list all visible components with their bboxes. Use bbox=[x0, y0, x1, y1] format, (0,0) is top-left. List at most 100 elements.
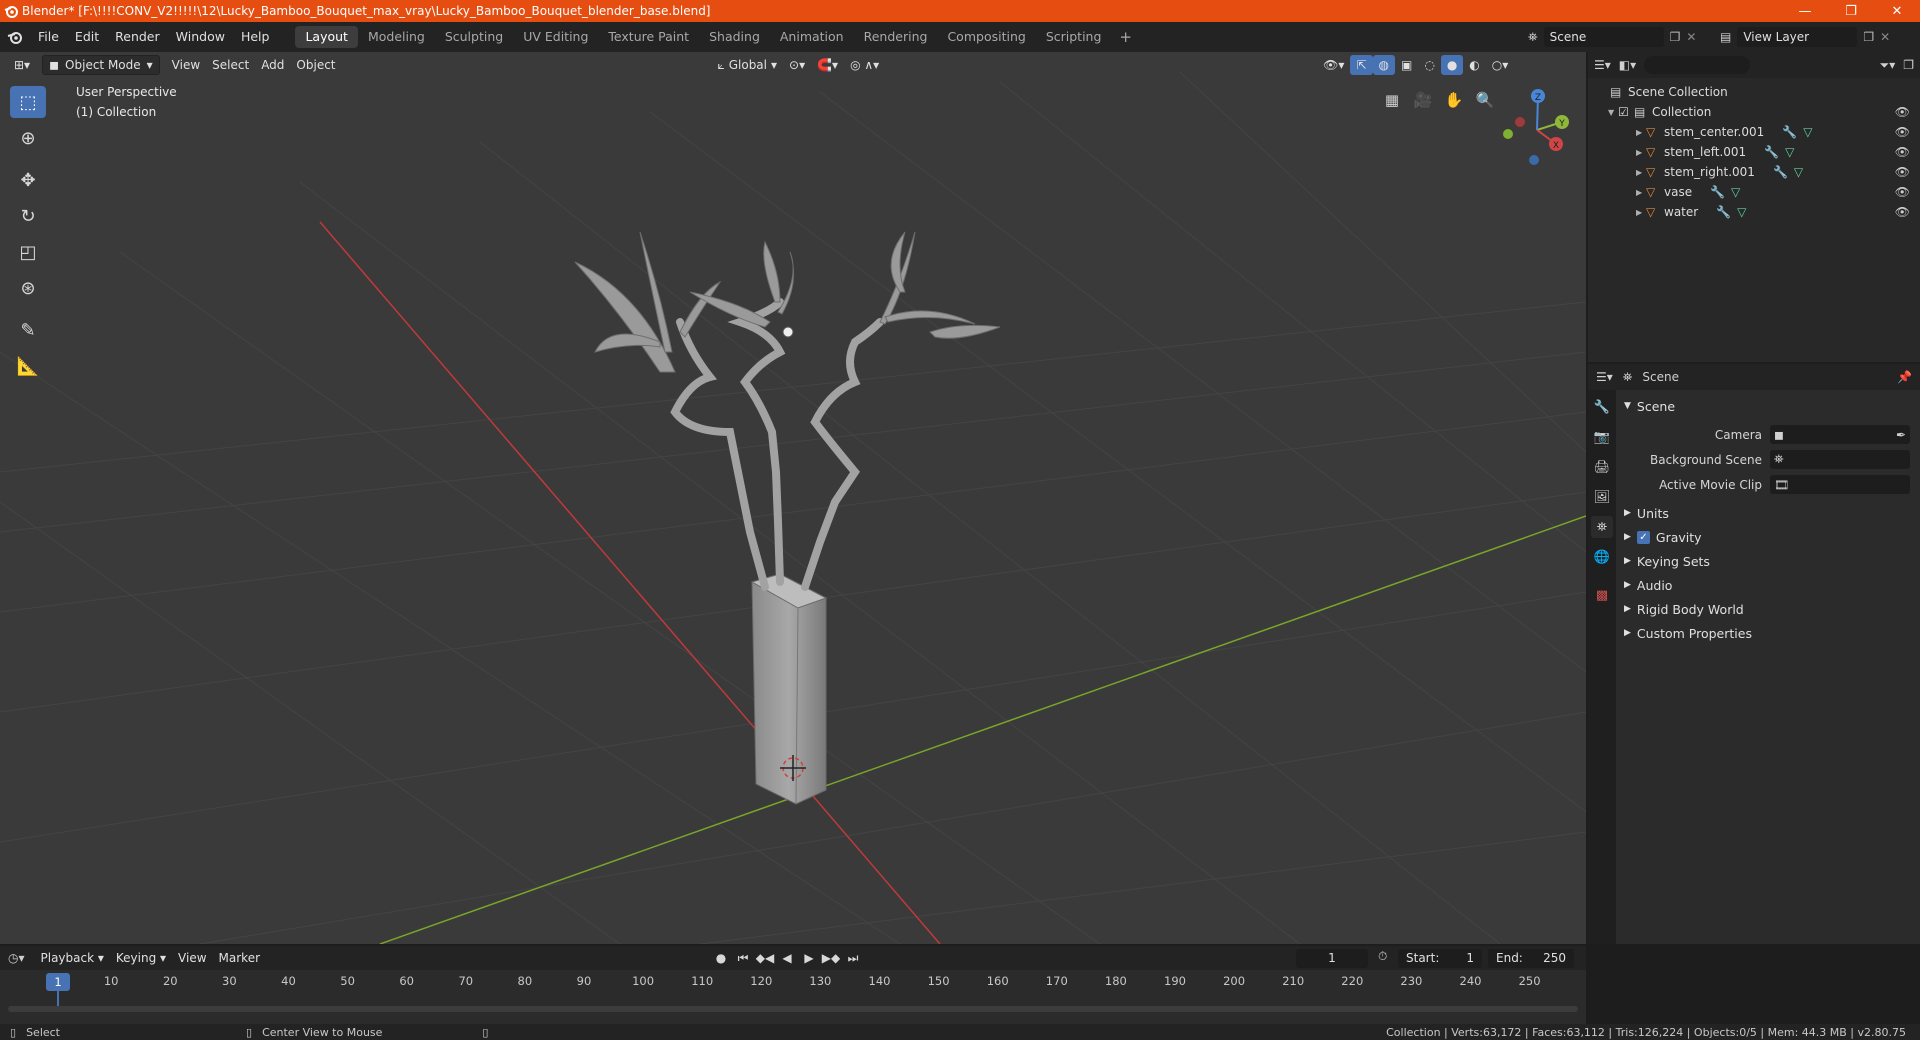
eyedropper-icon[interactable]: ✒ bbox=[1896, 428, 1906, 442]
solid-shading-icon[interactable]: ● bbox=[1440, 55, 1464, 75]
mesh-data-icon[interactable]: ▽ bbox=[1785, 145, 1794, 159]
modifier-wrench-icon[interactable]: 🔧 bbox=[1764, 145, 1779, 159]
modifier-wrench-icon[interactable]: 🔧 bbox=[1773, 165, 1788, 179]
expand-right-icon[interactable]: ▶ bbox=[1636, 208, 1646, 217]
measure-icon[interactable]: 📐 bbox=[10, 350, 46, 382]
gizmo-toggle-icon[interactable]: ⇱ bbox=[1350, 55, 1373, 75]
tab-modeling[interactable]: Modeling bbox=[358, 26, 435, 48]
texture-tab-icon[interactable]: ▩ bbox=[1591, 584, 1613, 606]
minimize-button[interactable]: — bbox=[1782, 0, 1828, 22]
expand-right-icon[interactable]: ▶ bbox=[1636, 188, 1646, 197]
eye-icon[interactable]: 👁 bbox=[1895, 165, 1910, 179]
playhead-frame-indicator[interactable]: 1 bbox=[46, 973, 70, 991]
scene-name-field[interactable]: Scene bbox=[1543, 27, 1664, 47]
xray-toggle-icon[interactable]: ▣ bbox=[1395, 55, 1418, 75]
eye-icon[interactable]: 👁 bbox=[1895, 185, 1910, 199]
tab-animation[interactable]: Animation bbox=[770, 26, 854, 48]
rendered-shading-icon[interactable]: ○▾ bbox=[1486, 55, 1515, 75]
mesh-data-icon[interactable]: ▽ bbox=[1794, 165, 1803, 179]
render-tab-icon[interactable]: 📷 bbox=[1591, 426, 1613, 448]
view-layer-selector[interactable]: ▤ View Layer ❐ ✕ bbox=[1720, 26, 1916, 48]
outliner-object-row[interactable]: ▶ ▽ stem_left.001 🔧 ▽ 👁 bbox=[1588, 142, 1920, 162]
delete-scene-icon[interactable]: ✕ bbox=[1686, 30, 1696, 44]
add-workspace-button[interactable]: + bbox=[1111, 28, 1140, 46]
wireframe-shading-icon[interactable]: ◌ bbox=[1418, 55, 1440, 75]
proportional-edit-icon[interactable]: ◎ ∧▾ bbox=[844, 55, 885, 75]
restore-button[interactable]: ❐ bbox=[1828, 0, 1874, 22]
mesh-data-icon[interactable]: ▽ bbox=[1803, 125, 1812, 139]
select-box-icon[interactable]: ⬚ bbox=[10, 86, 46, 118]
grid-view-icon[interactable]: ▦ bbox=[1378, 86, 1406, 114]
rigid-body-world-panel-header[interactable]: ▶ Rigid Body World bbox=[1620, 597, 1916, 621]
eye-icon[interactable]: 👁 bbox=[1895, 105, 1910, 119]
next-keyframe-icon[interactable]: ▶◆ bbox=[822, 948, 840, 968]
mesh-data-icon[interactable]: ▽ bbox=[1737, 205, 1746, 219]
eye-icon[interactable]: 👁 bbox=[1895, 145, 1910, 159]
record-icon[interactable]: ● bbox=[712, 948, 730, 968]
3d-viewport[interactable]: ⊞▾ ◼ Object Mode ▾ View Select Add Objec… bbox=[0, 52, 1586, 944]
camera-field[interactable]: ◼ ✒ bbox=[1770, 425, 1910, 444]
new-collection-icon[interactable]: ❐ bbox=[1903, 58, 1914, 72]
outliner-editor-icon[interactable]: ☰▾ bbox=[1594, 58, 1611, 72]
menu-keying[interactable]: Keying ▾ bbox=[110, 948, 172, 968]
material-shading-icon[interactable]: ◐ bbox=[1463, 55, 1485, 75]
outliner-scene-collection[interactable]: ▤ Scene Collection bbox=[1588, 82, 1920, 102]
prev-keyframe-icon[interactable]: ◆◀ bbox=[756, 948, 774, 968]
scale-icon[interactable]: ◰ bbox=[10, 236, 46, 268]
eye-icon[interactable]: 👁 bbox=[1895, 125, 1910, 139]
transform-orientation-selector[interactable]: ⟀ Global ▾ bbox=[712, 55, 784, 75]
tab-texture-paint[interactable]: Texture Paint bbox=[598, 26, 699, 48]
outliner-object-row[interactable]: ▶ ▽ stem_center.001 🔧 ▽ 👁 bbox=[1588, 122, 1920, 142]
menu-window[interactable]: Window bbox=[168, 26, 233, 48]
editor-type-icon[interactable]: ⊞▾ bbox=[8, 55, 36, 75]
timeline-editor-icon[interactable]: ◷▾ bbox=[8, 951, 25, 965]
eye-icon[interactable]: 👁 bbox=[1895, 205, 1910, 219]
frame-ruler[interactable]: 10 20 30 40 50 60 70 80 90 100 110 120 130 140 150 160 1… bbox=[0, 970, 1586, 994]
world-tab-icon[interactable]: 🌐 bbox=[1591, 546, 1613, 568]
modifier-wrench-icon[interactable]: 🔧 bbox=[1782, 125, 1797, 139]
tool-tab-icon[interactable]: 🔧 bbox=[1591, 396, 1613, 418]
end-frame-field[interactable]: End: 250 bbox=[1488, 948, 1574, 968]
menu-file[interactable]: File bbox=[30, 26, 67, 48]
menu-timeline-view[interactable]: View bbox=[172, 948, 212, 968]
tab-shading[interactable]: Shading bbox=[699, 26, 770, 48]
tab-sculpting[interactable]: Sculpting bbox=[435, 26, 513, 48]
move-icon[interactable]: ✥ bbox=[10, 164, 46, 196]
tab-layout[interactable]: Layout bbox=[295, 26, 358, 48]
properties-editor-icon[interactable]: ☰▾ bbox=[1596, 370, 1613, 384]
clock-icon[interactable]: ⏱ bbox=[1378, 949, 1387, 964]
expand-right-icon[interactable]: ▶ bbox=[1636, 168, 1646, 177]
blender-menu-icon[interactable] bbox=[0, 29, 30, 45]
outliner-object-row[interactable]: ▶ ▽ vase 🔧 ▽ 👁 bbox=[1588, 182, 1920, 202]
transform-icon[interactable]: ⊛ bbox=[10, 272, 46, 304]
tab-rendering[interactable]: Rendering bbox=[854, 26, 938, 48]
filter-icon[interactable]: ⏷▾ bbox=[1880, 58, 1896, 73]
delete-view-layer-icon[interactable]: ✕ bbox=[1880, 30, 1890, 44]
outliner-object-row[interactable]: ▶ ▽ water 🔧 ▽ 👁 bbox=[1588, 202, 1920, 222]
units-panel-header[interactable]: ▶ Units bbox=[1620, 501, 1916, 525]
menu-add[interactable]: Add bbox=[255, 55, 290, 75]
expand-right-icon[interactable]: ▶ bbox=[1636, 128, 1646, 137]
close-button[interactable]: ✕ bbox=[1874, 0, 1920, 22]
pivot-point-icon[interactable]: ⊙▾ bbox=[783, 55, 811, 75]
audio-panel-header[interactable]: ▶ Audio bbox=[1620, 573, 1916, 597]
visibility-icon[interactable]: 👁▾ bbox=[1317, 55, 1350, 75]
output-tab-icon[interactable]: 🖨 bbox=[1591, 456, 1613, 478]
menu-help[interactable]: Help bbox=[233, 26, 278, 48]
background-scene-field[interactable]: ⛯ bbox=[1770, 450, 1910, 469]
expand-right-icon[interactable]: ▶ bbox=[1636, 148, 1646, 157]
start-frame-field[interactable]: Start: 1 bbox=[1398, 948, 1482, 968]
menu-playback[interactable]: Playback ▾ bbox=[35, 948, 110, 968]
camera-view-icon[interactable]: 🎥 bbox=[1409, 86, 1437, 114]
menu-edit[interactable]: Edit bbox=[67, 26, 107, 48]
play-reverse-icon[interactable]: ◀ bbox=[778, 948, 796, 968]
new-view-layer-icon[interactable]: ❐ bbox=[1863, 30, 1874, 44]
outliner-search-input[interactable] bbox=[1644, 56, 1751, 74]
menu-marker[interactable]: Marker bbox=[213, 948, 266, 968]
play-icon[interactable]: ▶ bbox=[800, 948, 818, 968]
gravity-checkbox[interactable]: ✓ bbox=[1636, 530, 1650, 544]
scene-selector[interactable]: ⛯ Scene ❐ ✕ bbox=[1528, 26, 1708, 48]
scene-tab-icon[interactable]: ⛯ bbox=[1591, 516, 1613, 538]
custom-properties-panel-header[interactable]: ▶ Custom Properties bbox=[1620, 621, 1916, 645]
mesh-data-icon[interactable]: ▽ bbox=[1731, 185, 1740, 199]
